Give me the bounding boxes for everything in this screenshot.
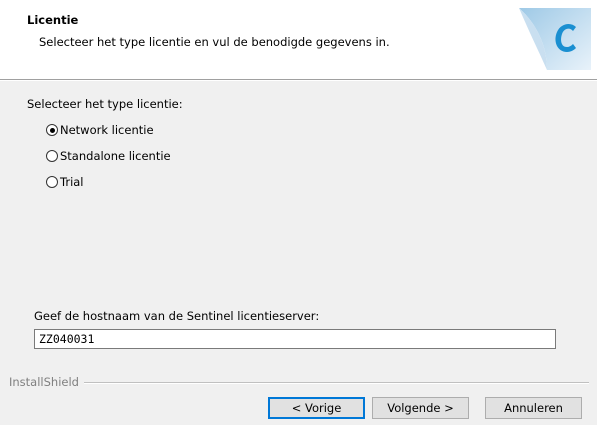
header-divider xyxy=(0,80,597,81)
back-button[interactable]: < Vorige xyxy=(268,397,365,419)
radio-label-trial: Trial xyxy=(60,175,84,189)
radio-standalone-license[interactable]: Standalone licentie xyxy=(46,148,171,164)
page-subtitle: Selecteer het type licentie en vul de be… xyxy=(39,35,390,49)
header-banner: Licentie Selecteer het type licentie en … xyxy=(0,0,597,80)
footer-separator-highlight xyxy=(9,383,589,384)
hostname-input[interactable]: ZZ040031 xyxy=(34,329,556,349)
hostname-label: Geef de hostnaam van de Sentinel licenti… xyxy=(34,309,320,323)
installshield-logo-icon xyxy=(519,8,591,70)
radio-label-standalone: Standalone licentie xyxy=(60,149,171,163)
cancel-button[interactable]: Annuleren xyxy=(485,397,582,419)
radio-button[interactable] xyxy=(46,176,58,188)
installer-dialog: Licentie Selecteer het type licentie en … xyxy=(0,0,597,425)
installshield-brand-label: InstallShield xyxy=(9,375,84,389)
radio-trial[interactable]: Trial xyxy=(46,174,84,190)
page-title: Licentie xyxy=(27,13,79,27)
radio-label-network: Network licentie xyxy=(60,123,154,137)
radio-network-license[interactable]: Network licentie xyxy=(46,122,154,138)
next-button[interactable]: Volgende > xyxy=(372,397,469,419)
radio-button-checked[interactable] xyxy=(46,124,58,136)
radio-button[interactable] xyxy=(46,150,58,162)
license-type-label: Selecteer het type licentie: xyxy=(27,97,183,111)
